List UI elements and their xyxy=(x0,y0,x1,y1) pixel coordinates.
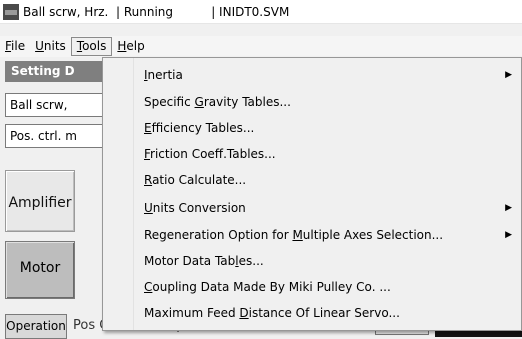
menu-item-max-feed-label: istance Of Linear Servo... xyxy=(248,306,400,320)
menu-item-regeneration-label: ultiple Axes Selection... xyxy=(302,228,444,242)
menu-item-efficiency-label: fficiency Tables... xyxy=(151,121,255,135)
menu-units[interactable]: Units xyxy=(30,37,71,56)
title-bar: Ball scrw, Hrz. | Running | INIDT0.SVM xyxy=(0,0,522,24)
menu-item-max-feed-distance[interactable]: Maximum Feed Distance Of Linear Servo... xyxy=(103,301,521,325)
submenu-arrow-icon: ▶ xyxy=(505,70,512,80)
menu-tools-label: ools xyxy=(82,39,107,53)
menu-item-max-feed-mnemonic: D xyxy=(239,306,249,320)
motor-button-label: Motor xyxy=(19,260,61,276)
title-filename: | INIDT0.SVM xyxy=(173,4,290,19)
menu-item-regeneration-pre: Regeneration Option for xyxy=(144,228,293,242)
operation-button[interactable]: Operation xyxy=(5,314,67,339)
menu-item-inertia-label: nertia xyxy=(147,68,183,82)
menu-item-specific-gravity-mnemonic: G xyxy=(194,95,204,109)
menu-item-coupling-data[interactable]: Coupling Data Made By Miki Pulley Co. ..… xyxy=(103,275,521,299)
menu-item-friction-label: riction Coeff.Tables... xyxy=(150,147,276,161)
menu-item-motor-data-label: es... xyxy=(238,254,264,268)
menu-item-max-feed-pre: Maximum Feed xyxy=(144,306,240,320)
menu-item-units-conversion[interactable]: Units Conversion ▶ xyxy=(103,196,521,220)
menu-item-efficiency-mnemonic: E xyxy=(144,121,152,135)
menu-help-label: elp xyxy=(126,39,145,53)
app-icon xyxy=(3,3,19,20)
menu-item-regeneration-option[interactable]: Regeneration Option for Multiple Axes Se… xyxy=(103,223,521,247)
menu-item-regeneration-mnemonic: M xyxy=(292,228,303,242)
menu-item-units-conversion-label: nits Conversion xyxy=(152,201,246,215)
menu-item-friction-coeff-tables[interactable]: Friction Coeff.Tables... xyxy=(103,142,521,166)
menu-tools[interactable]: Tools xyxy=(70,37,113,56)
menu-item-specific-gravity-tables[interactable]: Specific Gravity Tables... xyxy=(103,90,521,114)
menu-item-ratio-calculate[interactable]: Ratio Calculate... xyxy=(103,168,521,192)
amplifier-button[interactable]: Amplifier xyxy=(5,170,75,232)
menu-bar: File Units Tools Help xyxy=(0,36,522,57)
menu-item-specific-gravity-label: ravity Tables... xyxy=(203,95,291,109)
menu-units-mnemonic: U xyxy=(35,39,44,53)
menu-item-ratio-label: atio Calculate... xyxy=(152,173,247,187)
menu-item-inertia[interactable]: Inertia ▶ xyxy=(103,63,521,87)
menu-item-units-conversion-mnemonic: U xyxy=(144,201,153,215)
menu-help[interactable]: Help xyxy=(112,37,149,56)
menu-item-coupling-label: oupling Data Made By Miki Pulley Co. ... xyxy=(152,280,391,294)
title-app-name: Ball scrw, Hrz. xyxy=(23,4,109,19)
menu-item-efficiency-tables[interactable]: Efficiency Tables... xyxy=(103,116,521,140)
menu-item-ratio-mnemonic: R xyxy=(144,173,153,187)
amplifier-button-label: Amplifier xyxy=(8,195,72,211)
menu-file-label: ile xyxy=(11,39,26,53)
menu-item-motor-data-tables[interactable]: Motor Data Tables... xyxy=(103,249,521,273)
motor-button[interactable]: Motor xyxy=(5,241,75,299)
menu-item-specific-gravity-pre: Specific xyxy=(144,95,195,109)
title-status: | Running xyxy=(108,4,174,19)
submenu-arrow-icon: ▶ xyxy=(505,203,512,213)
menu-units-label: nits xyxy=(43,39,66,53)
menu-file[interactable]: File xyxy=(0,37,30,56)
menu-item-motor-data-pre: Motor Data Tab xyxy=(144,254,236,268)
submenu-arrow-icon: ▶ xyxy=(505,230,512,240)
tools-dropdown-menu: Inertia ▶ Specific Gravity Tables... Eff… xyxy=(102,57,522,331)
